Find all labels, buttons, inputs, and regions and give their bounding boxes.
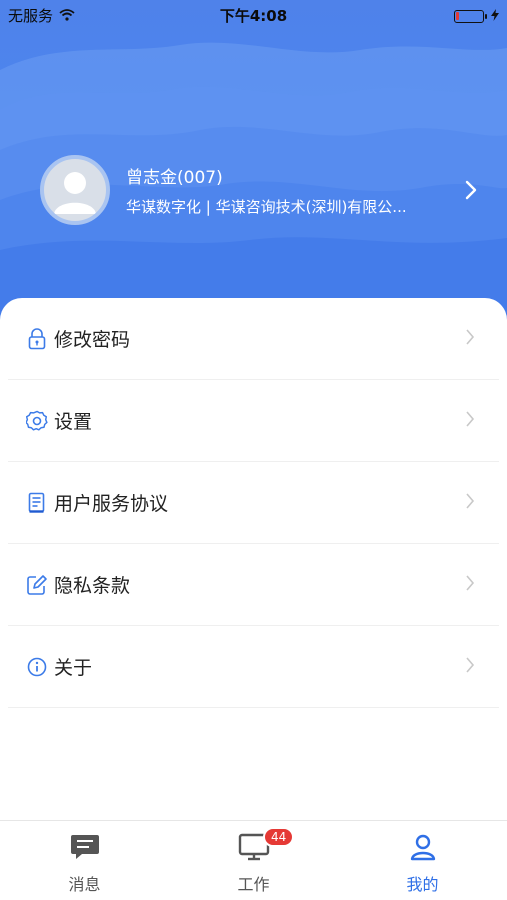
profile-text: 曾志金(007) 华谋数字化 | 华谋咨询技术(深圳)有限公... bbox=[126, 163, 457, 217]
menu-item-change-password[interactable]: 修改密码 bbox=[8, 298, 499, 380]
menu-item-label: 关于 bbox=[54, 657, 93, 679]
edit-icon bbox=[26, 574, 48, 596]
tab-label: 工作 bbox=[237, 875, 270, 894]
info-icon bbox=[26, 656, 48, 678]
menu-item-label: 设置 bbox=[54, 411, 93, 433]
chevron-right-icon bbox=[465, 410, 475, 432]
my-page-screen: 无服务 下午4:08 曾志金(007) 华谋数字化 | 华谋咨询技术(深圳)有限… bbox=[0, 0, 507, 900]
status-time: 下午4:08 bbox=[219, 7, 288, 25]
gear-icon bbox=[26, 410, 48, 432]
tab-messages[interactable]: 消息 bbox=[0, 821, 169, 900]
default-avatar-icon bbox=[54, 172, 96, 214]
document-icon bbox=[26, 492, 48, 514]
lock-icon bbox=[26, 327, 48, 350]
chevron-right-icon bbox=[465, 656, 475, 678]
status-right bbox=[454, 7, 499, 25]
battery-level bbox=[456, 11, 459, 20]
status-bar: 无服务 下午4:08 bbox=[0, 0, 507, 30]
bottom-tab-bar: 消息 44 工作 我的 bbox=[0, 820, 507, 900]
menu-item-privacy-policy[interactable]: 隐私条款 bbox=[8, 544, 499, 626]
message-icon bbox=[70, 833, 100, 865]
chevron-right-icon bbox=[465, 328, 475, 350]
profile-row[interactable]: 曾志金(007) 华谋数字化 | 华谋咨询技术(深圳)有限公... bbox=[40, 150, 477, 230]
tab-label: 我的 bbox=[406, 875, 439, 894]
menu-item-user-agreement[interactable]: 用户服务协议 bbox=[8, 462, 499, 544]
menu-item-label: 隐私条款 bbox=[54, 575, 131, 597]
user-organization: 华谋数字化 | 华谋咨询技术(深圳)有限公... bbox=[126, 198, 407, 216]
unread-badge: 44 bbox=[263, 827, 295, 847]
profile-header-background: 无服务 下午4:08 曾志金(007) 华谋数字化 | 华谋咨询技术(深圳)有限… bbox=[0, 0, 507, 330]
menu-item-label: 用户服务协议 bbox=[54, 493, 169, 515]
chevron-right-icon bbox=[465, 492, 475, 514]
menu-item-label: 修改密码 bbox=[54, 329, 131, 351]
tab-label: 消息 bbox=[68, 875, 101, 894]
charging-icon bbox=[491, 7, 499, 25]
settings-menu: 修改密码 设置 用户服务协议 隐私条款 关于 bbox=[0, 298, 507, 818]
avatar[interactable] bbox=[40, 155, 110, 225]
tab-work[interactable]: 44 工作 bbox=[169, 821, 338, 900]
chevron-right-icon[interactable] bbox=[457, 180, 477, 200]
user-name: 曾志金(007) bbox=[126, 168, 223, 188]
menu-item-settings[interactable]: 设置 bbox=[8, 380, 499, 462]
chevron-right-icon bbox=[465, 574, 475, 596]
user-icon bbox=[409, 833, 437, 865]
menu-item-about[interactable]: 关于 bbox=[8, 626, 499, 708]
tab-mine[interactable]: 我的 bbox=[338, 821, 507, 900]
battery-icon bbox=[454, 9, 487, 23]
